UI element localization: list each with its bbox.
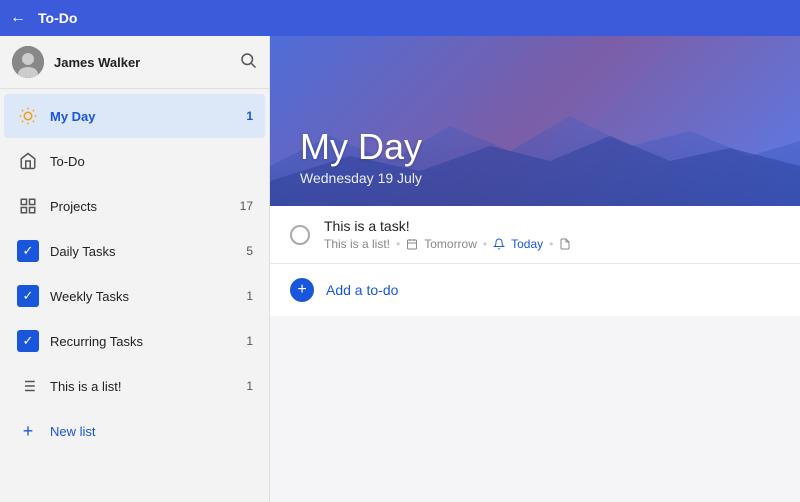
sidebar-item-this-is-a-list-count: 1 (246, 379, 253, 393)
sidebar-nav: My Day 1 To-Do (0, 89, 269, 502)
sidebar-item-daily-tasks[interactable]: ✓ Daily Tasks 5 (4, 229, 265, 273)
sidebar: James Walker (0, 36, 270, 502)
app-title: To-Do (38, 10, 77, 26)
new-list-label: New list (50, 424, 96, 439)
sidebar-item-daily-tasks-label: Daily Tasks (50, 244, 242, 259)
task-content: This is a task! This is a list! • (324, 218, 780, 251)
weekly-tasks-check-icon: ✓ (16, 284, 40, 308)
task-list-name: This is a list! (324, 237, 390, 251)
sidebar-item-projects-count: 17 (240, 199, 253, 213)
grid-icon (16, 194, 40, 218)
user-name: James Walker (54, 55, 239, 70)
sidebar-item-my-day-label: My Day (50, 109, 242, 124)
sidebar-item-projects[interactable]: Projects 17 (4, 184, 265, 228)
task-name: This is a task! (324, 218, 780, 234)
sidebar-item-todo-label: To-Do (50, 154, 253, 169)
sidebar-item-todo[interactable]: To-Do (4, 139, 265, 183)
sidebar-item-recurring-tasks[interactable]: ✓ Recurring Tasks 1 (4, 319, 265, 363)
add-todo-label: Add a to-do (326, 282, 398, 298)
daily-tasks-check-icon: ✓ (16, 239, 40, 263)
sidebar-item-my-day-count: 1 (246, 109, 253, 123)
top-bar: ← To-Do (0, 0, 800, 36)
task-completion-circle[interactable] (290, 225, 310, 245)
sidebar-item-this-is-a-list[interactable]: This is a list! 1 (4, 364, 265, 408)
page-subtitle: Wednesday 19 July (300, 170, 770, 186)
sidebar-item-this-is-a-list-label: This is a list! (50, 379, 242, 394)
content-header: My Day Wednesday 19 July (270, 36, 800, 206)
recurring-tasks-check-icon: ✓ (16, 329, 40, 353)
meta-dot-1: • (396, 237, 400, 251)
page-title: My Day (300, 126, 770, 168)
sidebar-item-weekly-tasks-count: 1 (246, 289, 253, 303)
sun-icon (16, 104, 40, 128)
task-reminder-icon (493, 238, 505, 250)
task-due-icon (406, 238, 418, 250)
sidebar-item-weekly-tasks[interactable]: ✓ Weekly Tasks 1 (4, 274, 265, 318)
sidebar-item-recurring-tasks-label: Recurring Tasks (50, 334, 242, 349)
meta-dot-3: • (549, 237, 553, 251)
sidebar-item-recurring-tasks-count: 1 (246, 334, 253, 348)
sidebar-item-weekly-tasks-label: Weekly Tasks (50, 289, 242, 304)
sidebar-item-projects-label: Projects (50, 199, 236, 214)
sidebar-item-my-day[interactable]: My Day 1 (4, 94, 265, 138)
task-note-icon (559, 238, 571, 250)
new-list-button[interactable]: + New list (4, 409, 265, 453)
avatar (12, 46, 44, 78)
content-body: This is a task! This is a list! • (270, 206, 800, 502)
task-due-label: Tomorrow (424, 237, 477, 251)
task-meta: This is a list! • Tomorrow • (324, 237, 780, 251)
table-row[interactable]: This is a task! This is a list! • (270, 206, 800, 264)
sidebar-header: James Walker (0, 36, 269, 89)
search-icon[interactable] (239, 51, 257, 74)
home-icon (16, 149, 40, 173)
list-icon (16, 374, 40, 398)
sidebar-item-daily-tasks-count: 5 (246, 244, 253, 258)
add-todo-plus-icon: + (290, 278, 314, 302)
task-reminder-label: Today (511, 237, 543, 251)
main-layout: James Walker (0, 36, 800, 502)
plus-icon: + (16, 419, 40, 443)
content-area: My Day Wednesday 19 July This is a task!… (270, 36, 800, 502)
meta-dot-2: • (483, 237, 487, 251)
add-todo-button[interactable]: + Add a to-do (270, 264, 800, 316)
back-button[interactable]: ← (10, 9, 26, 27)
